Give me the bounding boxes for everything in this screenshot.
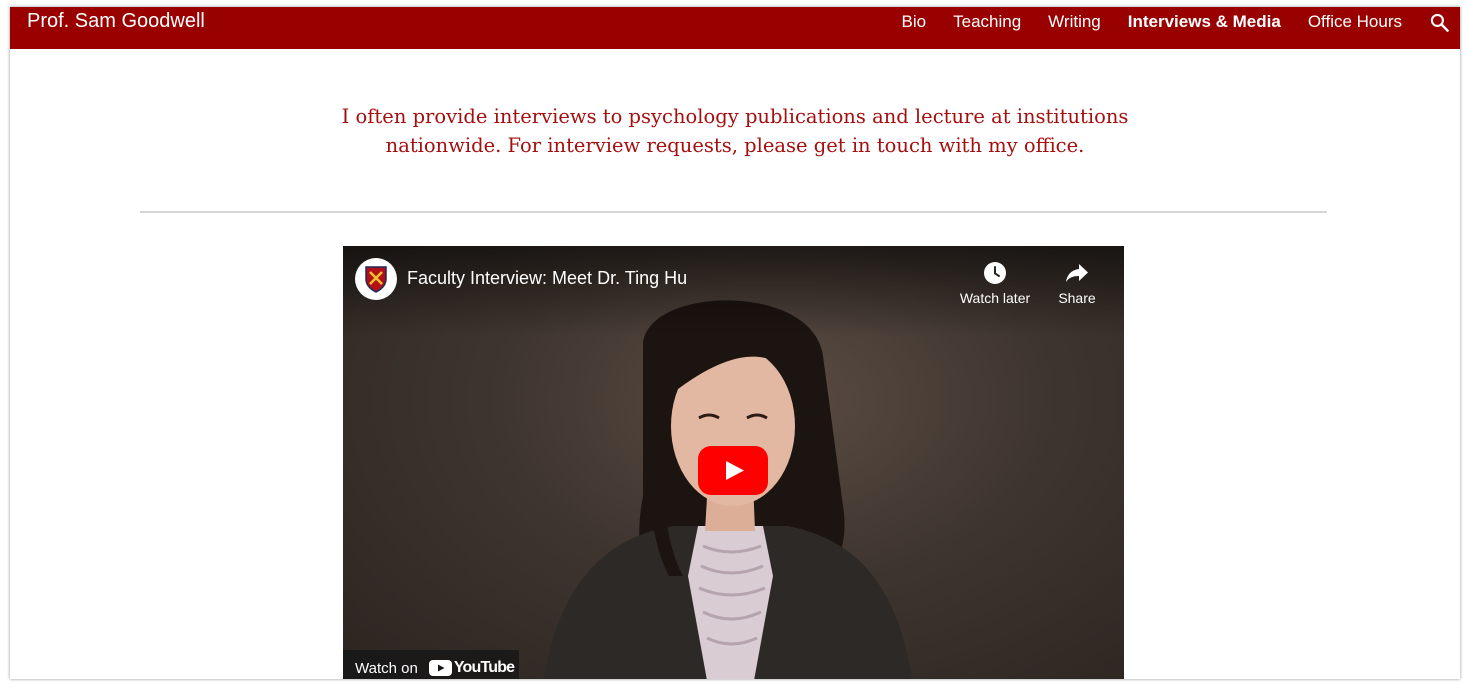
play-button[interactable] [698,446,768,495]
watch-later-label: Watch later [959,290,1031,306]
youtube-logo-icon: YouTube [428,659,515,677]
share-label: Share [1058,290,1096,306]
intro-paragraph: I often provide interviews to psychology… [341,104,1129,157]
site-title-link[interactable]: Prof. Sam Goodwell [27,9,205,33]
nav-item-office-hours[interactable]: Office Hours [1308,12,1402,32]
youtube-video-embed[interactable]: Faculty Interview: Meet Dr. Ting Hu Watc… [343,246,1124,679]
main-nav: Bio Teaching Writing Interviews & Media … [875,7,1460,37]
nav-item-writing[interactable]: Writing [1048,12,1101,32]
channel-crest-icon [365,266,387,293]
nav-item-teaching[interactable]: Teaching [953,12,1021,32]
clock-icon [984,262,1006,284]
youtube-wordmark: YouTube [453,659,515,676]
section-divider [140,211,1327,213]
video-title[interactable]: Faculty Interview: Meet Dr. Ting Hu [407,268,687,289]
watch-on-youtube-button[interactable]: Watch on YouTube [343,650,519,679]
watch-later-button[interactable]: Watch later [955,260,1035,306]
play-icon [698,446,768,495]
search-icon [1430,13,1449,32]
browser-frame: Prof. Sam Goodwell Bio Teaching Writing … [10,7,1460,679]
nav-item-interviews-media[interactable]: Interviews & Media [1128,12,1281,32]
top-navigation-bar: Prof. Sam Goodwell Bio Teaching Writing … [10,7,1460,49]
nav-item-bio[interactable]: Bio [902,12,927,32]
watch-on-label: Watch on [355,659,418,677]
share-button[interactable]: Share [1037,260,1117,306]
search-button[interactable] [1428,11,1450,33]
youtube-play-badge-icon [428,660,452,676]
channel-avatar[interactable] [355,258,397,300]
share-arrow-icon [1066,264,1088,282]
